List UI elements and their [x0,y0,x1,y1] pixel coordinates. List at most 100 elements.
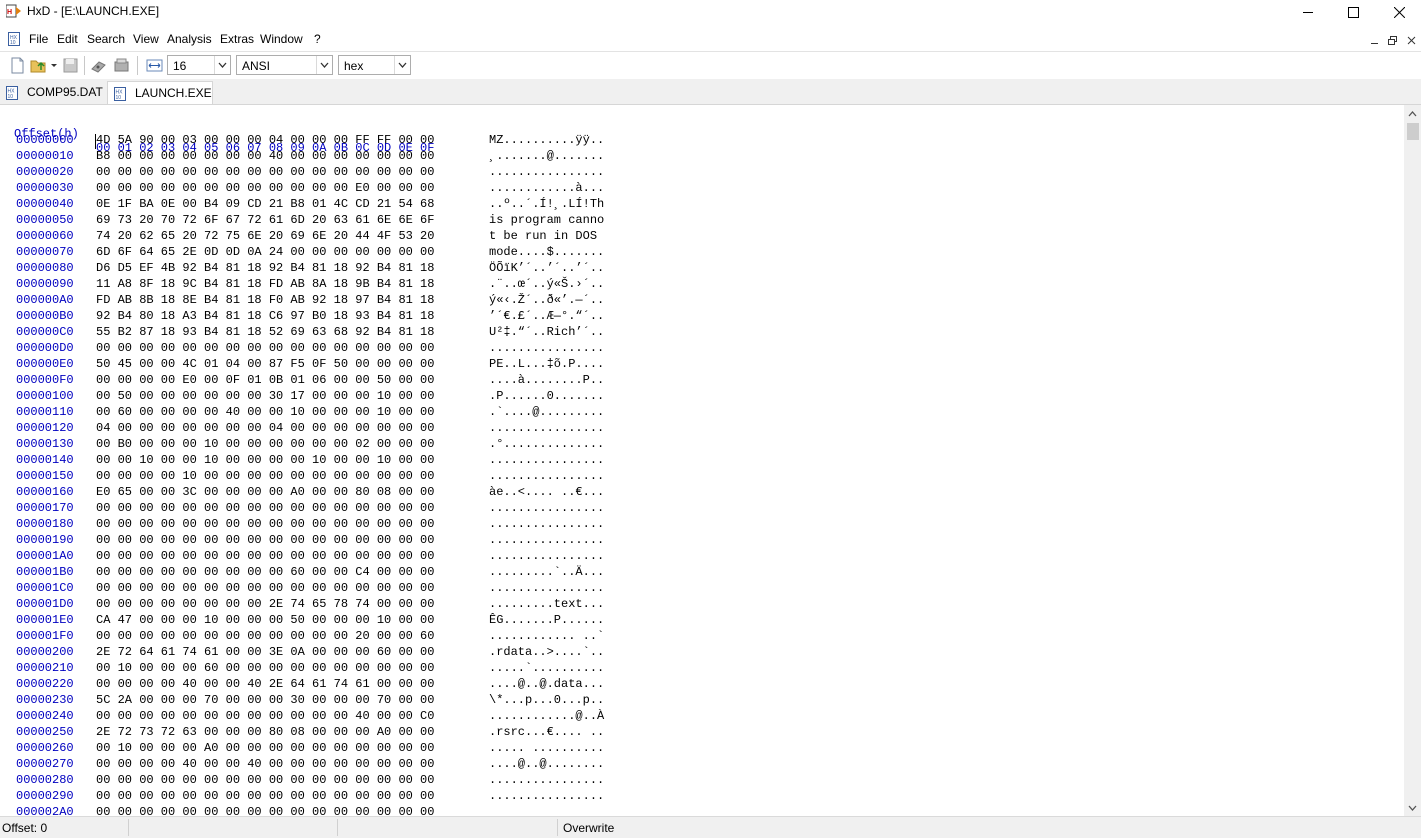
row-hex-bytes[interactable]: 55 B2 87 18 93 B4 81 18 52 69 63 68 92 B… [96,325,434,339]
row-ascii-text[interactable]: .`....@......... [489,405,604,419]
row-ascii-text[interactable]: MZ..........ÿÿ.. [489,133,604,147]
row-ascii-text[interactable]: is program canno [489,213,604,227]
row-hex-bytes[interactable]: 00 00 00 00 40 00 00 40 2E 64 61 74 61 0… [96,677,434,691]
row-ascii-text[interactable]: U²‡.“´..Rich’´.. [489,325,604,339]
menu-view[interactable]: View [133,32,159,46]
row-ascii-text[interactable]: ¸.......@....... [489,149,604,163]
new-file-icon[interactable] [9,57,26,74]
row-hex-bytes[interactable]: 00 00 00 00 40 00 00 40 00 00 00 00 00 0… [96,757,434,771]
row-ascii-text[interactable]: ....@..@.data... [489,677,604,691]
row-ascii-text[interactable]: ................ [489,789,604,803]
row-ascii-text[interactable]: àe..<.... ..€... [489,485,604,499]
row-ascii-text[interactable]: ................ [489,341,604,355]
row-hex-bytes[interactable]: 00 00 00 00 00 00 00 00 00 00 00 00 00 0… [96,581,434,595]
row-ascii-text[interactable]: .........text... [489,597,604,611]
menu-search[interactable]: Search [87,32,125,46]
row-ascii-text[interactable]: mode....$....... [489,245,604,259]
menu-window[interactable]: Window [260,32,303,46]
row-ascii-text[interactable]: ................ [489,549,604,563]
row-hex-bytes[interactable]: 00 10 00 00 00 60 00 00 00 00 00 00 00 0… [96,661,434,675]
row-hex-bytes[interactable]: 00 50 00 00 00 00 00 00 30 17 00 00 00 1… [96,389,434,403]
row-ascii-text[interactable]: .rdata..>....`.. [489,645,604,659]
row-hex-bytes[interactable]: 00 00 00 00 10 00 00 00 00 00 00 00 00 0… [96,469,434,483]
row-ascii-text[interactable]: ÊG.......P...... [489,613,604,627]
save-icon[interactable] [62,57,79,74]
menu-file[interactable]: File [29,32,48,46]
tab-comp95-dat[interactable]: HX 10 COMP95.DAT [0,81,106,104]
open-disk-icon[interactable] [90,57,107,74]
minimize-button[interactable] [1285,0,1331,24]
row-ascii-text[interactable]: ................ [489,501,604,515]
chevron-down-icon[interactable] [49,57,59,74]
charset-select[interactable]: ANSI [236,55,333,75]
row-ascii-text[interactable]: PE..L...‡õ.P.... [489,357,604,371]
menu-analysis[interactable]: Analysis [167,32,212,46]
row-hex-bytes[interactable]: 00 00 00 00 00 00 00 00 00 00 00 00 00 0… [96,805,434,816]
close-button[interactable] [1376,0,1421,24]
scroll-up-button[interactable] [1404,105,1421,122]
menu-extras[interactable]: Extras [220,32,254,46]
row-hex-bytes[interactable]: 04 00 00 00 00 00 00 00 04 00 00 00 00 0… [96,421,434,435]
row-hex-bytes[interactable]: 50 45 00 00 4C 01 04 00 87 F5 0F 50 00 0… [96,357,434,371]
hex-editor-view[interactable]: Offset(h) 00 01 02 03 04 05 06 07 08 09 … [0,105,1404,816]
row-hex-bytes[interactable]: 00 00 00 00 00 00 00 00 00 00 00 00 40 0… [96,709,434,723]
row-hex-bytes[interactable]: 5C 2A 00 00 00 70 00 00 00 30 00 00 00 7… [96,693,434,707]
row-hex-bytes[interactable]: 2E 72 64 61 74 61 00 00 3E 0A 00 00 00 6… [96,645,434,659]
row-hex-bytes[interactable]: 92 B4 80 18 A3 B4 81 18 C6 97 B0 18 93 B… [96,309,434,323]
row-ascii-text[interactable]: .¨..œ´..ý«Š.›´.. [489,277,604,291]
row-hex-bytes[interactable]: 00 00 00 00 00 00 00 00 00 00 00 00 00 0… [96,533,434,547]
row-hex-bytes[interactable]: 6D 6F 64 65 2E 0D 0D 0A 24 00 00 00 00 0… [96,245,434,259]
row-ascii-text[interactable]: ............à... [489,181,604,195]
row-hex-bytes[interactable]: 00 00 00 00 00 00 00 00 00 60 00 00 C4 0… [96,565,434,579]
scroll-thumb[interactable] [1407,123,1419,140]
row-hex-bytes[interactable]: 00 00 00 00 00 00 00 00 00 00 00 00 00 0… [96,549,434,563]
scroll-down-button[interactable] [1404,799,1421,816]
row-ascii-text[interactable]: ’´€.£´..Æ—°.“´.. [489,309,604,323]
menu-edit[interactable]: Edit [57,32,78,46]
document-system-icon[interactable]: HX 10 [8,32,22,46]
row-ascii-text[interactable]: ..... .......... [489,741,604,755]
row-ascii-text[interactable]: .rsrc...€.... .. [489,725,604,739]
row-hex-bytes[interactable]: 00 00 00 00 00 00 00 00 00 00 00 00 00 0… [96,341,434,355]
row-ascii-text[interactable]: ................ [489,773,604,787]
row-ascii-text[interactable]: .........`..Ä... [489,565,604,579]
row-hex-bytes[interactable]: D6 D5 EF 4B 92 B4 81 18 92 B4 81 18 92 B… [96,261,434,275]
row-ascii-text[interactable]: .P......0....... [489,389,604,403]
row-hex-bytes[interactable]: 74 20 62 65 20 72 75 6E 20 69 6E 20 44 4… [96,229,434,243]
menu-help[interactable]: ? [314,32,321,46]
row-hex-bytes[interactable]: 69 73 20 70 72 6F 67 72 61 6D 20 63 61 6… [96,213,434,227]
row-hex-bytes[interactable]: 00 B0 00 00 00 10 00 00 00 00 00 00 02 0… [96,437,434,451]
row-ascii-text[interactable]: ................ [489,533,604,547]
row-ascii-text[interactable]: ....@..@........ [489,757,604,771]
row-hex-bytes[interactable]: 00 00 00 00 E0 00 0F 01 0B 01 06 00 00 5… [96,373,434,387]
row-ascii-text[interactable]: ..º..´.Í!¸.LÍ!Th [489,197,604,211]
maximize-button[interactable] [1330,0,1376,24]
row-ascii-text[interactable]: ....à........P.. [489,373,604,387]
row-ascii-text[interactable]: \*...p...0...p.. [489,693,604,707]
mdi-minimize-button[interactable] [1367,34,1381,47]
row-ascii-text[interactable]: ............ ..` [489,629,604,643]
row-hex-bytes[interactable]: CA 47 00 00 00 10 00 00 00 50 00 00 00 1… [96,613,434,627]
row-hex-bytes[interactable]: 00 60 00 00 00 00 40 00 00 10 00 00 00 1… [96,405,434,419]
row-ascii-text[interactable]: ý«‹.Ž´..ð«’.—´.. [489,293,604,307]
row-ascii-text[interactable]: t be run in DOS [489,229,604,243]
row-hex-bytes[interactable]: 4D 5A 90 00 03 00 00 00 04 00 00 00 FF F… [96,133,434,147]
row-ascii-text[interactable]: ................ [489,581,604,595]
bytes-per-row-select[interactable]: 16 [167,55,231,75]
row-ascii-text[interactable]: .....`.......... [489,661,604,675]
row-hex-bytes[interactable]: 00 10 00 00 00 A0 00 00 00 00 00 00 00 0… [96,741,434,755]
row-hex-bytes[interactable]: 00 00 00 00 00 00 00 00 00 00 00 00 20 0… [96,629,434,643]
vertical-scrollbar[interactable] [1404,105,1421,816]
mdi-restore-button[interactable] [1385,34,1399,47]
row-ascii-text[interactable]: ................ [489,469,604,483]
row-hex-bytes[interactable]: 2E 72 73 72 63 00 00 00 80 08 00 00 00 A… [96,725,434,739]
row-hex-bytes[interactable]: B8 00 00 00 00 00 00 00 40 00 00 00 00 0… [96,149,434,163]
row-ascii-text[interactable]: ............@..À [489,709,604,723]
row-hex-bytes[interactable]: E0 65 00 00 3C 00 00 00 00 A0 00 00 80 0… [96,485,434,499]
row-ascii-text[interactable]: ................ [489,453,604,467]
row-hex-bytes[interactable]: 00 00 10 00 00 10 00 00 00 00 10 00 00 1… [96,453,434,467]
mdi-close-button[interactable] [1404,34,1418,47]
row-ascii-text[interactable]: ................ [489,421,604,435]
row-hex-bytes[interactable]: 0E 1F BA 0E 00 B4 09 CD 21 B8 01 4C CD 2… [96,197,434,211]
row-hex-bytes[interactable]: 00 00 00 00 00 00 00 00 00 00 00 00 00 0… [96,773,434,787]
